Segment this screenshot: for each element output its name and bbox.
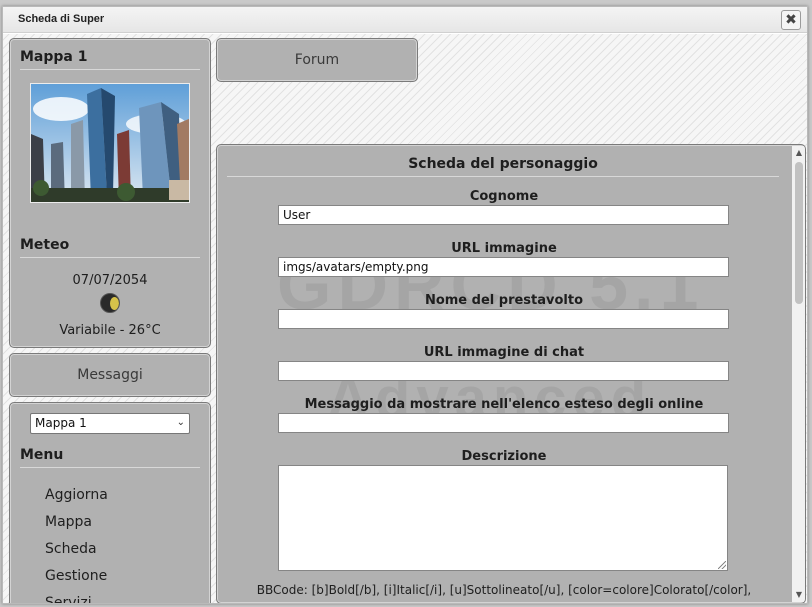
map-panel: Mappa 1 Meteo 07/07/2054 Variabile - 26°… xyxy=(9,38,211,348)
menu-item-gestione[interactable]: Gestione xyxy=(45,568,107,584)
sheet-scrollbar[interactable]: ▲ ▼ xyxy=(792,146,805,602)
map-select[interactable]: Mappa 1 ⌄ xyxy=(30,413,190,434)
forum-label: Forum xyxy=(294,52,340,68)
menu-item-aggiorna[interactable]: Aggiorna xyxy=(45,487,108,503)
forum-button[interactable]: Forum xyxy=(216,38,418,82)
chevron-down-icon: ⌄ xyxy=(176,417,185,428)
city-skyline-image[interactable] xyxy=(30,83,190,203)
resize-grip-icon[interactable] xyxy=(718,561,726,569)
surname-input[interactable]: User xyxy=(278,205,729,225)
close-icon: ✖ xyxy=(785,12,797,28)
menu-item-servizi[interactable]: Servizi xyxy=(45,595,92,603)
character-sheet-panel: GDRCD 5.1 Advanced Scheda del personaggi… xyxy=(216,144,806,603)
window-title: Scheda di Super xyxy=(18,13,105,25)
profile-window: Scheda di Super ✖ Mappa 1 Meteo 07/07/20… xyxy=(2,6,808,604)
menu-panel: Mappa 1 ⌄ Menu Aggiorna Mappa Scheda Ges… xyxy=(9,402,211,603)
chat-image-url-input[interactable] xyxy=(278,361,729,381)
menu-item-scheda[interactable]: Scheda xyxy=(45,541,97,557)
window-titlebar[interactable]: Scheda di Super ✖ xyxy=(3,7,807,33)
scroll-up-icon[interactable]: ▲ xyxy=(792,146,805,160)
description-label: Descrizione xyxy=(461,449,547,464)
faceclaim-input[interactable] xyxy=(278,309,729,329)
map-select-value: Mappa 1 xyxy=(35,416,87,430)
weather-condition: Variabile - 26°C xyxy=(59,323,161,338)
image-url-label: URL immagine xyxy=(451,241,557,256)
online-message-label: Messaggio da mostrare nell'elenco esteso… xyxy=(304,397,704,412)
scroll-down-icon[interactable]: ▼ xyxy=(792,588,805,602)
weather-date: 07/07/2054 xyxy=(72,273,148,288)
menu-heading: Menu xyxy=(20,447,200,468)
image-url-input[interactable]: imgs/avatars/empty.png xyxy=(278,257,729,277)
scroll-thumb[interactable] xyxy=(795,162,803,304)
menu-item-mappa[interactable]: Mappa xyxy=(45,514,92,530)
faceclaim-label: Nome del prestavolto xyxy=(424,293,584,308)
moon-phase-icon xyxy=(100,293,120,313)
map-heading: Mappa 1 xyxy=(20,49,200,70)
surname-label: Cognome xyxy=(469,189,539,204)
close-button[interactable]: ✖ xyxy=(781,10,801,30)
messages-button[interactable]: Messaggi xyxy=(9,353,211,397)
bbcode-help: BBCode: [b]Bold[/b], [i]Italic[/i], [u]S… xyxy=(256,583,752,597)
online-message-input[interactable] xyxy=(278,413,729,433)
chat-image-url-label: URL immagine di chat xyxy=(423,345,585,360)
description-textarea[interactable] xyxy=(278,465,728,571)
window-content: Mappa 1 Meteo 07/07/2054 Variabile - 26°… xyxy=(3,34,807,603)
sheet-title: Scheda del personaggio xyxy=(227,156,779,177)
weather-heading: Meteo xyxy=(20,237,200,258)
messages-label: Messaggi xyxy=(77,367,143,383)
